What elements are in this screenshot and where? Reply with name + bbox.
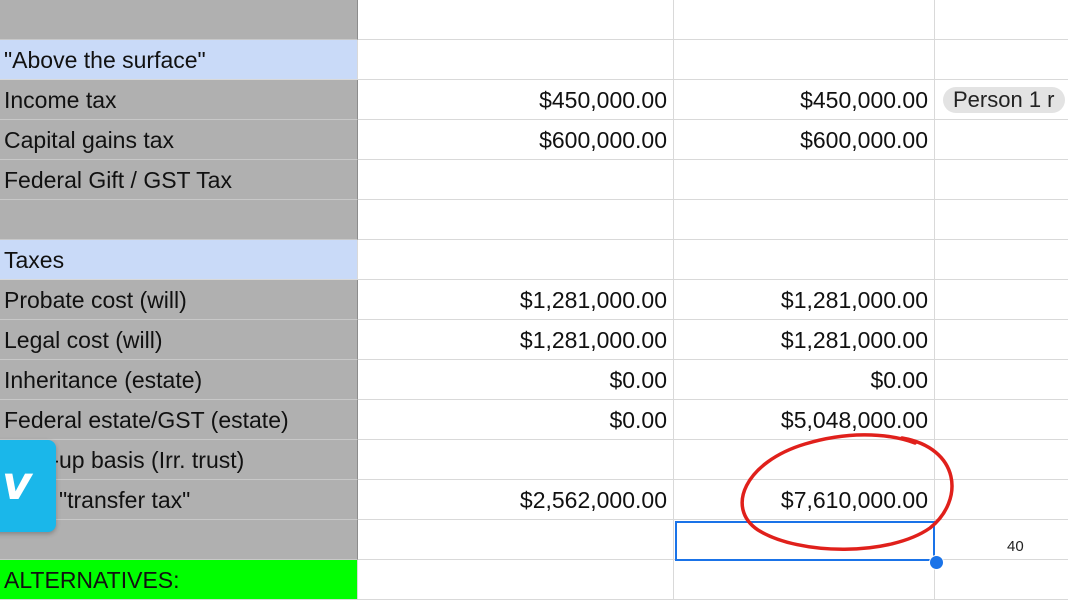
value-cell-col-1[interactable] bbox=[358, 160, 674, 200]
row-label-cell[interactable]: Probate cost (will) bbox=[0, 280, 358, 320]
row-label-cell[interactable]: Federal Gift / GST Tax bbox=[0, 160, 358, 200]
note-cell[interactable] bbox=[935, 0, 1068, 40]
table-row: Step-up basis (Irr. trust) bbox=[0, 440, 1068, 480]
value-cell-col-1[interactable] bbox=[358, 240, 674, 280]
note-cell[interactable] bbox=[935, 160, 1068, 200]
value-cell-col-2[interactable]: $0.00 bbox=[674, 360, 935, 400]
note-cell[interactable] bbox=[935, 320, 1068, 360]
table-row: Probate cost (will) $1,281,000.00 $1,281,0… bbox=[0, 280, 1068, 320]
value-cell-col-1[interactable] bbox=[358, 520, 674, 560]
note-cell[interactable]: Person 1 r bbox=[935, 80, 1068, 120]
value-cell-col-2[interactable] bbox=[674, 240, 935, 280]
note-cell[interactable] bbox=[935, 240, 1068, 280]
value-cell-col-1[interactable]: $0.00 bbox=[358, 360, 674, 400]
note-cell[interactable] bbox=[935, 360, 1068, 400]
value-cell-col-1[interactable]: $1,281,000.00 bbox=[358, 280, 674, 320]
vimeo-icon: v bbox=[2, 456, 32, 510]
value-cell-col-2[interactable]: $600,000.00 bbox=[674, 120, 935, 160]
value-cell-col-2[interactable]: $5,048,000.00 bbox=[674, 400, 935, 440]
row-label-cell[interactable]: Income tax bbox=[0, 80, 358, 120]
table-row: Federal Gift / GST Tax bbox=[0, 160, 1068, 200]
value-cell-col-1[interactable]: $450,000.00 bbox=[358, 80, 674, 120]
row-label-cell[interactable]: Taxes bbox=[0, 240, 358, 280]
note-cell[interactable] bbox=[935, 400, 1068, 440]
note-cell[interactable] bbox=[935, 200, 1068, 240]
value-cell-col-1[interactable]: $2,562,000.00 bbox=[358, 480, 674, 520]
person-chip[interactable]: Person 1 r bbox=[943, 87, 1065, 113]
row-label-cell[interactable]: Capital gains tax bbox=[0, 120, 358, 160]
note-cell[interactable] bbox=[935, 480, 1068, 520]
table-row: Legal cost (will) $1,281,000.00 $1,281,000… bbox=[0, 320, 1068, 360]
value-cell-col-1[interactable] bbox=[358, 40, 674, 80]
table-row: ALTERNATIVES: bbox=[0, 560, 1068, 600]
table-row: Inheritance (estate) $0.00 $0.00 bbox=[0, 360, 1068, 400]
row-label-cell[interactable] bbox=[0, 0, 358, 40]
vimeo-logo-button[interactable]: v bbox=[0, 440, 56, 532]
table-row bbox=[0, 0, 1068, 40]
note-cell[interactable] bbox=[935, 280, 1068, 320]
value-cell-col-1[interactable] bbox=[358, 0, 674, 40]
fill-handle[interactable] bbox=[929, 555, 944, 570]
value-cell-col-2[interactable]: $1,281,000.00 bbox=[674, 320, 935, 360]
row-label-cell[interactable]: Inheritance (estate) bbox=[0, 360, 358, 400]
table-row: Federal estate/GST (estate) $0.00 $5,048,0… bbox=[0, 400, 1068, 440]
value-cell-col-1[interactable]: $1,281,000.00 bbox=[358, 320, 674, 360]
note-cell[interactable] bbox=[935, 520, 1068, 560]
value-cell-col-2[interactable]: $450,000.00 bbox=[674, 80, 935, 120]
note-cell[interactable] bbox=[935, 560, 1068, 600]
spreadsheet-grid: "Above the surface" Income tax $450,000.00… bbox=[0, 0, 1068, 600]
table-row: Taxes bbox=[0, 240, 1068, 280]
value-cell-col-2[interactable] bbox=[674, 200, 935, 240]
row-label-cell[interactable]: Legal cost (will) bbox=[0, 320, 358, 360]
value-cell-col-1[interactable] bbox=[358, 560, 674, 600]
row-label-cell[interactable] bbox=[0, 200, 358, 240]
value-cell-col-2[interactable] bbox=[674, 40, 935, 80]
table-row: Income tax $450,000.00 $450,000.00 Person 1… bbox=[0, 80, 1068, 120]
value-cell-col-2[interactable] bbox=[674, 560, 935, 600]
value-cell-col-2[interactable]: $1,281,000.00 bbox=[674, 280, 935, 320]
row-label-cell[interactable]: ALTERNATIVES: bbox=[0, 560, 358, 600]
value-cell-col-2[interactable]: $7,610,000.00 bbox=[674, 480, 935, 520]
selected-cell[interactable] bbox=[675, 521, 935, 561]
value-cell-col-1[interactable] bbox=[358, 440, 674, 480]
note-cell[interactable] bbox=[935, 440, 1068, 480]
value-cell-col-1[interactable]: $600,000.00 bbox=[358, 120, 674, 160]
note-cell[interactable] bbox=[935, 120, 1068, 160]
value-cell-col-2[interactable] bbox=[674, 440, 935, 480]
table-row: Capital gains tax $600,000.00 $600,000.00 bbox=[0, 120, 1068, 160]
value-cell-col-1[interactable] bbox=[358, 200, 674, 240]
note-cell[interactable] bbox=[935, 40, 1068, 80]
row-label-cell[interactable]: "Above the surface" bbox=[0, 40, 358, 80]
table-row: Total "transfer tax" $2,562,000.00 $7,610,… bbox=[0, 480, 1068, 520]
table-row bbox=[0, 200, 1068, 240]
value-cell-col-2[interactable] bbox=[674, 160, 935, 200]
value-cell-col-1[interactable]: $0.00 bbox=[358, 400, 674, 440]
row-label-cell[interactable]: Federal estate/GST (estate) bbox=[0, 400, 358, 440]
page-number: 40 bbox=[1007, 538, 1024, 555]
value-cell-col-2[interactable] bbox=[674, 0, 935, 40]
table-row: "Above the surface" bbox=[0, 40, 1068, 80]
